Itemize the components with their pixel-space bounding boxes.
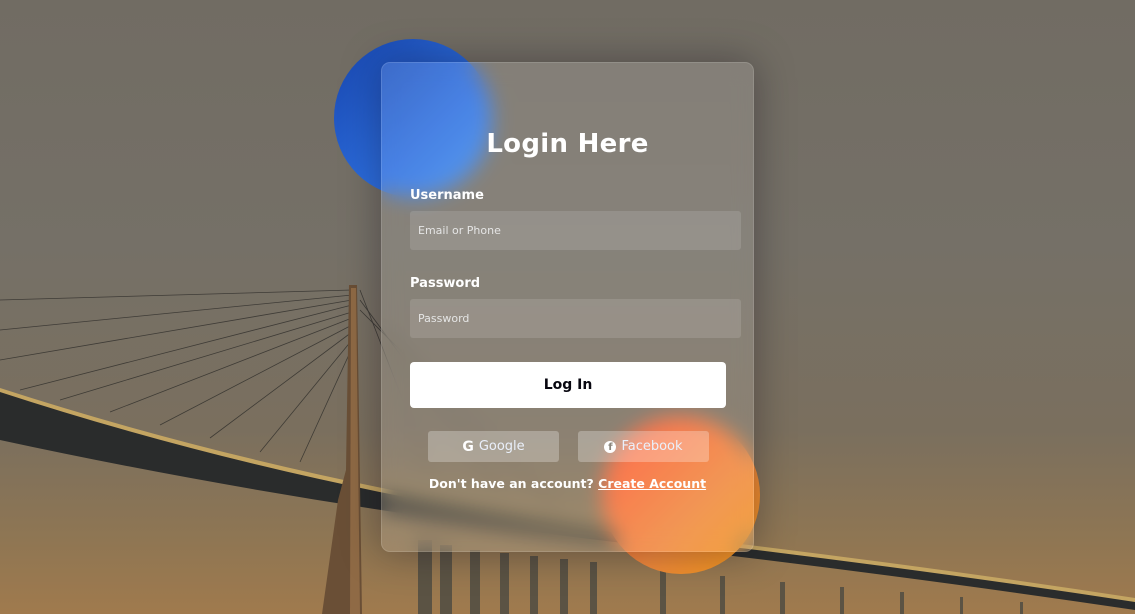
facebook-label: Facebook [621,439,683,454]
login-button[interactable]: Log In [410,362,726,408]
google-icon: G [462,438,474,455]
signup-prompt: Don't have an account? Create Account [382,476,753,491]
google-login-button[interactable]: G Google [428,431,559,462]
username-label: Username [410,188,484,203]
facebook-login-button[interactable]: f Facebook [578,431,709,462]
username-input[interactable] [410,211,741,250]
login-form: Login Here Username Password Log In G Go… [381,62,754,552]
password-input[interactable] [410,299,741,338]
google-label: Google [478,439,525,454]
signup-prompt-text: Don't have an account? [428,476,594,491]
password-label: Password [410,276,481,291]
create-account-link[interactable]: Create Account [598,476,706,491]
facebook-icon: f [604,440,617,453]
login-title: Login Here [486,129,649,159]
